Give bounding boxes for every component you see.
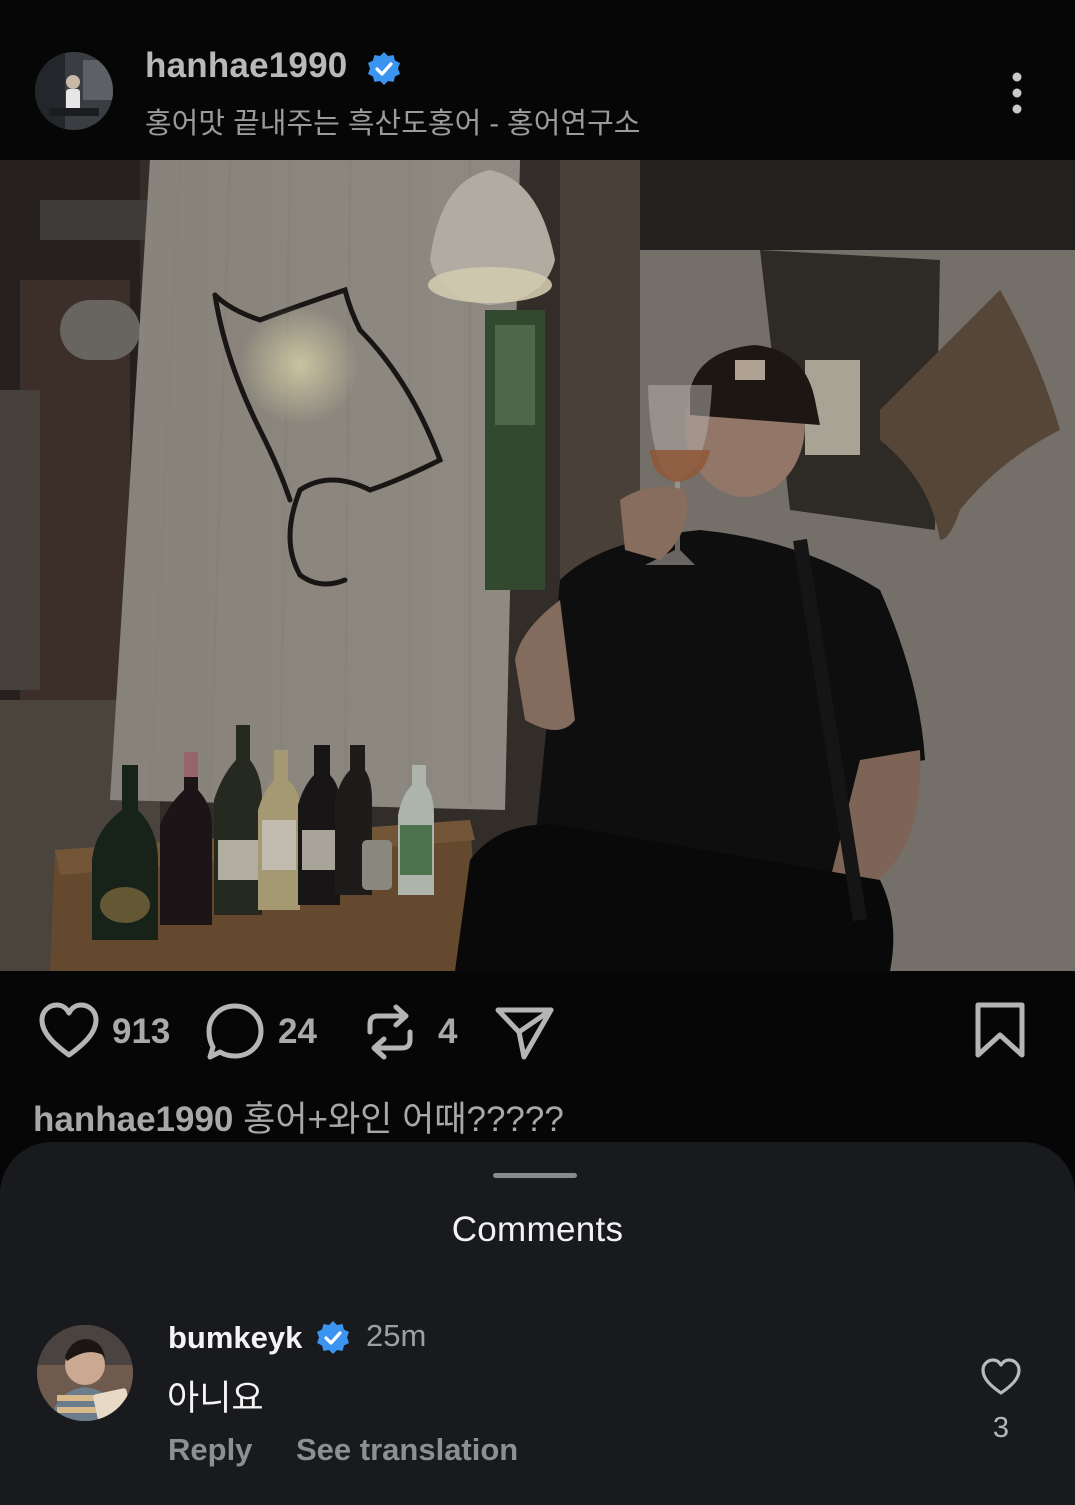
reply-button[interactable]: Reply xyxy=(168,1432,252,1468)
verified-badge-icon xyxy=(368,52,400,85)
caption-text: 홍어+와인 어때????? xyxy=(243,1100,564,1139)
share-action[interactable] xyxy=(494,985,556,1080)
comments-sheet: Comments bumkeyk 25m 아니요 Reply See trans… xyxy=(0,1142,1075,1505)
save-action[interactable] xyxy=(974,985,1026,1080)
comment-action[interactable]: 24 xyxy=(205,985,330,1080)
post-photo[interactable] xyxy=(0,160,1075,971)
post-header: hanhae1990 홍어맛 끝내주는 흑산도홍어 - 홍어연구소 xyxy=(0,0,1075,160)
post-caption: hanhae1990 홍어+와인 어때????? xyxy=(33,1091,564,1142)
comment-like-count: 3 xyxy=(992,1412,1010,1444)
see-translation-button[interactable]: See translation xyxy=(296,1432,518,1468)
commenter-username[interactable]: bumkeyk xyxy=(168,1320,302,1356)
verified-badge-icon xyxy=(317,1321,349,1354)
comment-time: 25m xyxy=(366,1318,427,1353)
post-screen: hanhae1990 홍어맛 끝내주는 흑산도홍어 - 홍어연구소 913 24… xyxy=(0,0,1075,1505)
bookmark-icon[interactable] xyxy=(974,1002,1026,1060)
comment-count: 24 xyxy=(278,1012,317,1051)
repost-count: 4 xyxy=(438,1012,458,1051)
author-avatar[interactable] xyxy=(35,52,113,130)
paper-plane-icon[interactable] xyxy=(494,1002,556,1062)
like-action[interactable]: 913 xyxy=(38,985,178,1080)
repost-action[interactable]: 4 xyxy=(362,985,472,1080)
post-location[interactable]: 홍어맛 끝내주는 흑산도홍어 - 홍어연구소 xyxy=(145,100,640,142)
caption-username[interactable]: hanhae1990 xyxy=(33,1100,233,1139)
repost-icon[interactable] xyxy=(362,1002,418,1062)
heart-icon[interactable] xyxy=(38,1002,100,1060)
sheet-grabber[interactable] xyxy=(493,1173,577,1178)
post-actions: 913 24 4 xyxy=(0,985,1075,1080)
heart-icon[interactable] xyxy=(980,1357,1022,1397)
comment-text: 아니요 xyxy=(167,1379,264,1418)
like-count: 913 xyxy=(112,1012,171,1051)
commenter-avatar[interactable] xyxy=(37,1325,133,1421)
sheet-title: Comments xyxy=(451,1210,624,1249)
comment-bubble-icon[interactable] xyxy=(205,1002,265,1062)
more-vertical-icon[interactable] xyxy=(1000,70,1034,116)
author-username[interactable]: hanhae1990 xyxy=(145,46,347,86)
